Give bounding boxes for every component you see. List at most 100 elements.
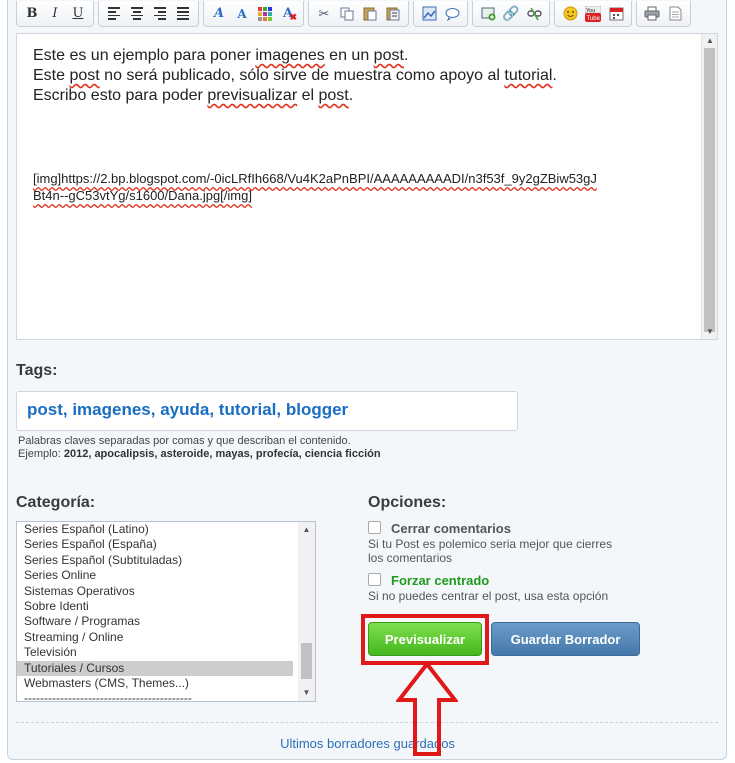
quote-icon[interactable] xyxy=(441,3,463,25)
toolbar-group-insert: 🔗 xyxy=(472,1,550,27)
text-run: en un xyxy=(324,47,374,64)
color-icon[interactable] xyxy=(254,3,276,25)
tags-example-value: 2012, apocalipsis, asteroide, mayas, pro… xyxy=(63,448,381,460)
underline-icon[interactable]: U xyxy=(67,3,89,25)
post-line-2: Este post no será publicado, sólo sirve … xyxy=(33,66,693,86)
tags-heading: Tags: xyxy=(16,362,58,379)
align-center-icon[interactable] xyxy=(126,3,148,25)
toolbar-group-align xyxy=(98,1,199,27)
italic-icon[interactable]: I xyxy=(44,3,66,25)
text-run: . xyxy=(403,47,409,64)
text-run: Este es un ejemplo para poner xyxy=(33,47,256,64)
post-image-bbcode: [img]https://2.bp.blogspot.com/-0icLRfIh… xyxy=(33,170,693,204)
spellcheck-word: imagenes xyxy=(255,47,325,64)
spellcheck-word: post xyxy=(373,47,404,64)
text-run: . xyxy=(552,67,557,84)
categoria-option[interactable]: Televisión xyxy=(17,645,293,660)
font-size-icon[interactable]: A xyxy=(231,3,253,25)
align-left-icon[interactable] xyxy=(103,3,125,25)
scroll-up-arrow-icon[interactable]: ▲ xyxy=(702,34,718,48)
link-icon[interactable]: 🔗 xyxy=(500,3,522,25)
recent-drafts-link[interactable]: Ultimos borradores guardados xyxy=(0,736,735,751)
post-body-text: Este es un ejemplo para poner imagenes e… xyxy=(33,46,693,106)
categoria-option[interactable]: Series Español (España) xyxy=(17,537,293,552)
categoria-option[interactable]: Tutoriales / Cursos xyxy=(17,660,293,676)
scroll-up-arrow-icon[interactable]: ▲ xyxy=(298,522,315,538)
emoticon-icon[interactable] xyxy=(559,3,581,25)
post-line-1: Este es un ejemplo para poner imagenes e… xyxy=(33,46,693,66)
highlight-frame xyxy=(361,614,489,665)
tags-example: Ejemplo: 2012, apocalipsis, asteroide, m… xyxy=(18,448,381,460)
toolbar-group-text-style: B I U xyxy=(16,1,94,27)
toolbar-group-extras: You Tube xyxy=(554,1,632,27)
bbcode-line-1: [img]https://2.bp.blogspot.com/-0icLRfIh… xyxy=(33,171,597,186)
tags-hint: Palabras claves separadas por comas y qu… xyxy=(18,435,351,447)
tags-input[interactable]: post, imagenes, ayuda, tutorial, blogger xyxy=(16,391,518,431)
categoria-option[interactable]: ----------------------------------------… xyxy=(17,691,293,701)
text-run: no será publicado, sólo sirve de muestra… xyxy=(99,67,505,84)
font-icon[interactable]: A xyxy=(208,3,230,25)
cerrar-comentarios-label[interactable]: Cerrar comentarios xyxy=(391,521,511,536)
bold-icon[interactable]: B xyxy=(21,3,43,25)
calendar-icon[interactable] xyxy=(605,3,627,25)
editor-scrollbar[interactable]: ▲ ▼ xyxy=(701,34,717,339)
image-icon[interactable] xyxy=(418,3,440,25)
post-line-3: Escribo esto para poder previsualizar el… xyxy=(33,86,693,106)
scroll-down-arrow-icon[interactable]: ▼ xyxy=(298,685,315,701)
copy-icon[interactable] xyxy=(336,3,358,25)
text-run: Este xyxy=(33,67,70,84)
forzar-centrado-desc: Si no puedes centrar el post, usa esta o… xyxy=(368,589,609,603)
spellcheck-word: tutorial xyxy=(504,67,553,84)
cerrar-comentarios-checkbox[interactable] xyxy=(368,521,381,534)
up-arrow-annotation-icon xyxy=(396,660,458,756)
post-body-editor[interactable]: Este es un ejemplo para poner imagenes e… xyxy=(16,33,718,340)
toolbar-group-media xyxy=(413,1,468,27)
categoria-option[interactable]: Streaming / Online xyxy=(17,630,293,645)
youtube-icon[interactable]: You Tube xyxy=(582,3,604,25)
forzar-centrado-label[interactable]: Forzar centrado xyxy=(391,573,489,588)
toolbar-group-font: A A A ✖ xyxy=(203,1,304,27)
svg-text:You: You xyxy=(586,8,595,14)
spellcheck-word: post xyxy=(69,67,100,84)
insert-image-icon[interactable] xyxy=(477,3,499,25)
opciones-heading: Opciones: xyxy=(368,494,447,511)
cut-icon[interactable]: ✂ xyxy=(313,3,335,25)
categoria-listbox[interactable]: Series Español (Latino) Series Español (E… xyxy=(16,521,316,702)
toolbar-group-doc xyxy=(636,1,691,27)
categoria-option[interactable]: Webmasters (CMS, Themes...) xyxy=(17,676,293,691)
document-icon[interactable] xyxy=(664,3,686,25)
categoria-scrollbar[interactable]: ▲ ▼ xyxy=(298,522,315,701)
text-run: . xyxy=(348,87,354,104)
categoria-heading: Categoría: xyxy=(16,494,96,511)
paste-text-icon[interactable] xyxy=(382,3,404,25)
forzar-centrado-checkbox[interactable] xyxy=(368,573,381,586)
categoria-option[interactable]: Sistemas Operativos xyxy=(17,584,293,599)
spellcheck-word: post xyxy=(318,87,349,104)
unlink-icon[interactable] xyxy=(523,3,545,25)
editor-toolbar: B I U A A A ✖ ✂ 🔗 You Tube xyxy=(16,0,716,28)
toolbar-group-clipboard: ✂ xyxy=(308,1,409,27)
align-justify-icon[interactable] xyxy=(172,3,194,25)
categoria-option[interactable]: Series Online xyxy=(17,568,293,583)
tags-example-label: Ejemplo: xyxy=(18,448,64,460)
align-right-icon[interactable] xyxy=(149,3,171,25)
scroll-down-arrow-icon[interactable]: ▼ xyxy=(702,325,718,339)
text-run: el xyxy=(297,87,319,104)
scroll-thumb[interactable] xyxy=(704,48,715,332)
scroll-thumb[interactable] xyxy=(301,643,312,679)
cerrar-comentarios-desc: Si tu Post es polemico seria mejor que c… xyxy=(368,537,613,565)
clear-format-icon[interactable]: A ✖ xyxy=(277,3,299,25)
text-run: Escribo esto para poder xyxy=(33,87,208,104)
bbcode-line-2: Bt4n--gC53vtYg/s1600/Dana.jpg[/img] xyxy=(33,188,252,203)
svg-text:Tube: Tube xyxy=(587,16,601,22)
spellcheck-word: previsualizar xyxy=(207,87,298,104)
categoria-options: Series Español (Latino) Series Español (E… xyxy=(17,522,315,701)
save-draft-button[interactable]: Guardar Borrador xyxy=(491,622,640,656)
categoria-option[interactable]: Series Español (Subtituladas) xyxy=(17,553,293,568)
categoria-option[interactable]: Series Español (Latino) xyxy=(17,522,293,537)
print-icon[interactable] xyxy=(641,3,663,25)
paste-icon[interactable] xyxy=(359,3,381,25)
categoria-option[interactable]: Sobre Identi xyxy=(17,599,293,614)
categoria-option[interactable]: Software / Programas xyxy=(17,614,293,629)
footer-divider xyxy=(16,722,718,723)
